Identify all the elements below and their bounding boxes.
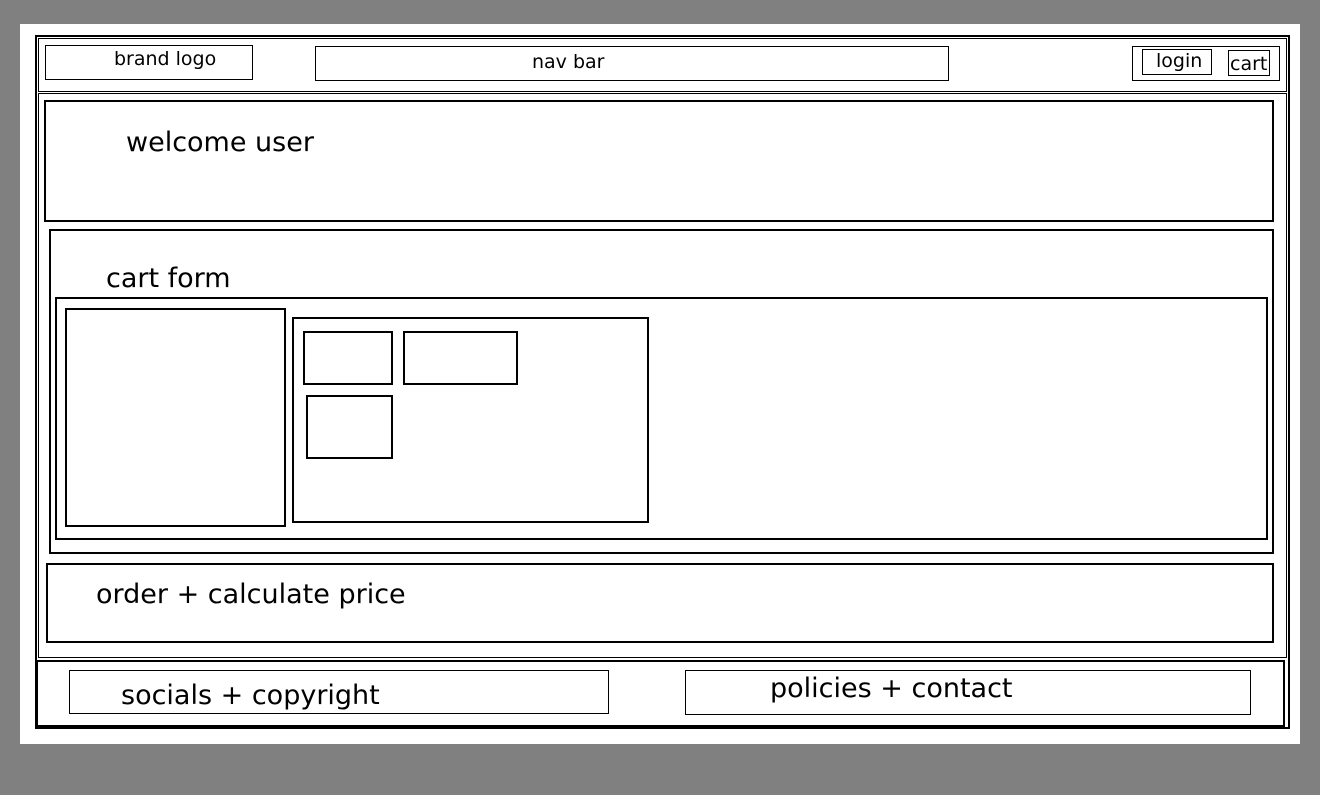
wireframe-canvas: brand logo nav bar login cart welcome us… [20, 24, 1300, 744]
cart-form-title: cart form [106, 263, 231, 294]
cart-item-field-2[interactable] [403, 331, 518, 385]
welcome-text: welcome user [126, 127, 314, 158]
brand-logo-box[interactable]: brand logo [45, 45, 253, 80]
login-button[interactable]: login [1142, 49, 1212, 75]
policies-contact-label: policies + contact [770, 673, 1013, 704]
nav-bar-box[interactable]: nav bar [315, 46, 949, 81]
cart-item-field-1[interactable] [303, 331, 393, 385]
socials-copyright-box[interactable]: socials + copyright [69, 670, 609, 714]
nav-bar-label: nav bar [532, 51, 605, 73]
order-text: order + calculate price [96, 579, 406, 610]
cart-item-field-3[interactable] [306, 395, 393, 459]
policies-contact-box[interactable]: policies + contact [685, 670, 1251, 715]
login-label: login [1156, 50, 1203, 72]
cart-label: cart [1230, 53, 1268, 75]
cart-item-image-placeholder [65, 308, 286, 527]
brand-logo-label: brand logo [114, 48, 217, 70]
cart-button[interactable]: cart [1228, 50, 1270, 76]
order-section[interactable]: order + calculate price [46, 563, 1274, 643]
socials-copyright-label: socials + copyright [121, 680, 380, 711]
welcome-section: welcome user [44, 100, 1274, 222]
